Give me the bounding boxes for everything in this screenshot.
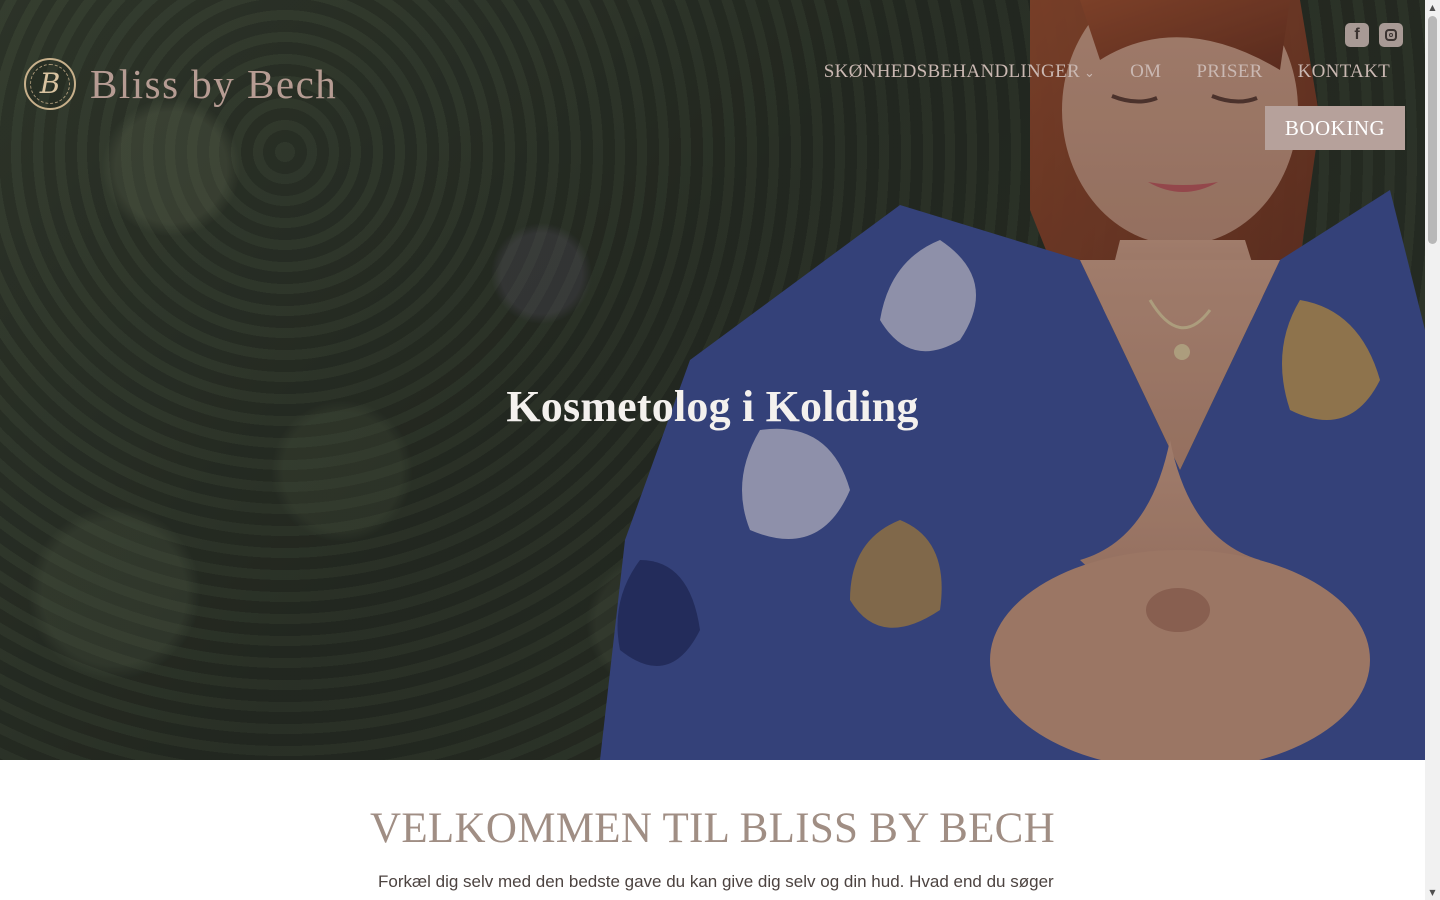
brand-name: Bliss by Bech: [90, 60, 338, 107]
instagram-glyph: [1385, 29, 1397, 41]
brand-logo[interactable]: B Bliss by Bech: [24, 58, 337, 110]
monogram-circle-icon: B: [24, 58, 76, 110]
facebook-glyph: f: [1354, 26, 1360, 43]
scroll-up-icon[interactable]: ▲: [1425, 0, 1440, 15]
nav-item-label: PRISER: [1196, 61, 1263, 82]
nav-item-skonhedsbehandlinger[interactable]: SKØNHEDSBEHANDLINGER ⌄: [824, 61, 1095, 83]
hero-title: Kosmetolog i Kolding: [506, 382, 919, 432]
chevron-down-icon: ⌄: [1083, 65, 1096, 80]
nav-item-priser[interactable]: PRISER: [1196, 61, 1262, 83]
scrollbar-thumb[interactable]: [1428, 16, 1437, 244]
facebook-icon[interactable]: f: [1345, 23, 1369, 47]
page-viewport: B Bliss by Bech f SKØNHEDSBEHANDLINGER ⌄…: [0, 0, 1425, 900]
nav-item-label: OM: [1130, 61, 1162, 82]
welcome-heading: VELKOMMEN TIL BLISS BY BECH: [370, 805, 1055, 852]
main-navigation: SKØNHEDSBEHANDLINGER ⌄ OM PRISER KONTAKT: [824, 61, 1390, 83]
hero-banner: B Bliss by Bech f SKØNHEDSBEHANDLINGER ⌄…: [0, 0, 1425, 760]
social-links: f: [1345, 23, 1403, 47]
scroll-down-icon[interactable]: ▼: [1425, 885, 1440, 900]
nav-item-kontakt[interactable]: KONTAKT: [1298, 61, 1390, 83]
nav-item-om[interactable]: OM: [1130, 61, 1161, 83]
nav-item-label: SKØNHEDSBEHANDLINGER: [823, 61, 1080, 82]
logo-monogram: B: [39, 67, 61, 100]
page-scrollbar[interactable]: ▲ ▼: [1425, 0, 1440, 900]
welcome-intro-text: Forkæl dig selv med den bedste gave du k…: [378, 872, 1054, 900]
instagram-icon[interactable]: [1379, 23, 1403, 47]
hero-overlay: [0, 0, 1425, 760]
nav-item-label: KONTAKT: [1297, 61, 1390, 82]
booking-button[interactable]: BOOKING: [1265, 106, 1405, 150]
